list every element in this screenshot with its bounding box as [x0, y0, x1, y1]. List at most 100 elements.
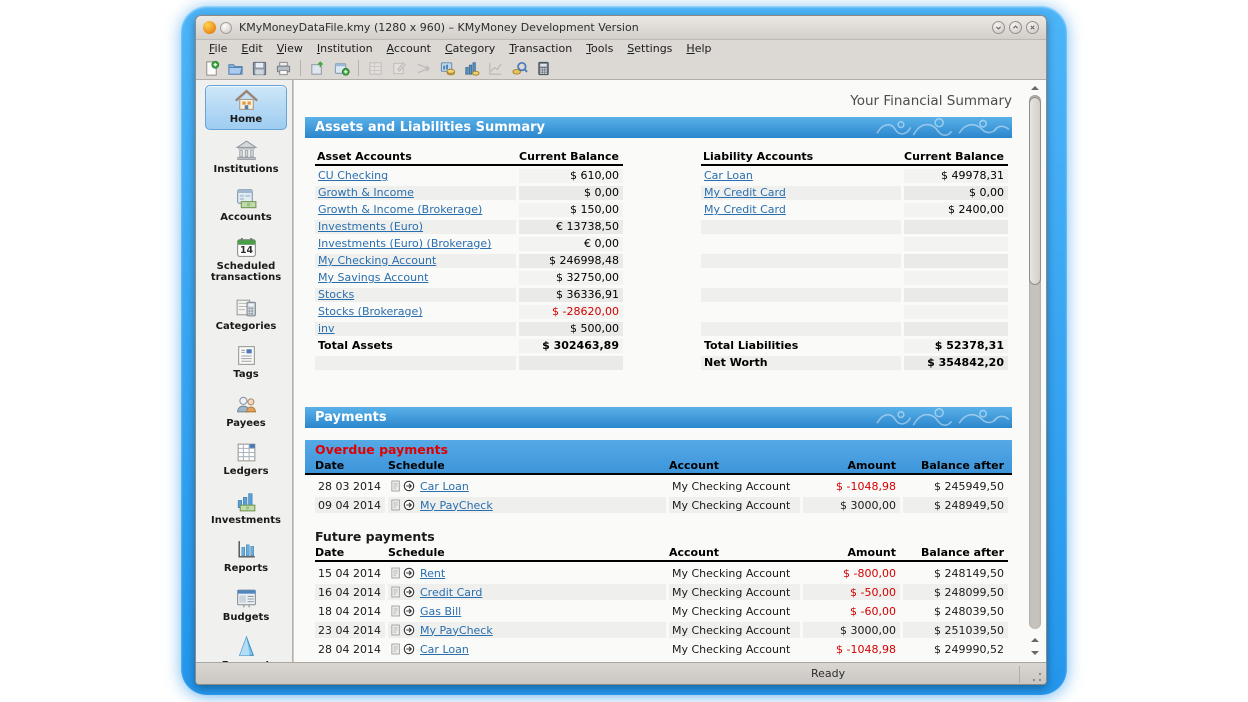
- menu-account[interactable]: Account: [380, 41, 438, 56]
- sidebar-item-institutions[interactable]: Institutions: [205, 136, 287, 179]
- close-button[interactable]: [1026, 21, 1039, 34]
- account-link[interactable]: My Checking Account: [318, 254, 436, 267]
- account-link[interactable]: Total Liabilities: [704, 339, 798, 352]
- menu-transaction[interactable]: Transaction: [502, 41, 579, 56]
- liabilities-balance-header: Current Balance: [904, 150, 1004, 164]
- edit-schedule-icon[interactable]: [391, 499, 401, 511]
- account-link[interactable]: Car Loan: [704, 169, 753, 182]
- assets-balance-header: Current Balance: [519, 150, 619, 164]
- investment-chart-icon[interactable]: [461, 59, 482, 78]
- menu-category[interactable]: Category: [438, 41, 502, 56]
- scroll-down-button[interactable]: [1028, 647, 1042, 658]
- payment-amount: $ 3000,00: [803, 497, 900, 513]
- schedule-link[interactable]: Car Loan: [420, 480, 469, 493]
- account-link[interactable]: Investments (Euro): [318, 220, 423, 233]
- tags-icon: [234, 343, 259, 368]
- menu-edit[interactable]: Edit: [234, 41, 269, 56]
- new-account-icon[interactable]: [331, 59, 352, 78]
- account-link[interactable]: Total Assets: [318, 339, 393, 352]
- enter-schedule-icon[interactable]: [403, 624, 415, 636]
- sidebar-item-accounts[interactable]: Accounts: [205, 184, 287, 227]
- account-link[interactable]: Stocks (Brokerage): [318, 305, 423, 318]
- schedule-link[interactable]: Rent: [420, 567, 445, 580]
- maximize-button[interactable]: [1009, 21, 1022, 34]
- payment-date: 28 04 2014: [315, 641, 385, 657]
- new-file-icon[interactable]: [201, 59, 222, 78]
- sidebar-item-tags[interactable]: Tags: [205, 341, 287, 384]
- accounts-chart-icon[interactable]: [437, 59, 458, 78]
- sidebar-item-categories[interactable]: Categories: [205, 293, 287, 336]
- investments-icon: [234, 489, 259, 514]
- titlebar[interactable]: KMyMoneyDataFile.kmy (1280 x 960) – KMyM…: [196, 16, 1046, 40]
- schedule-link[interactable]: My PayCheck: [420, 499, 493, 512]
- schedule-link[interactable]: Credit Card: [420, 586, 482, 599]
- window-menu-icon[interactable]: [220, 22, 232, 34]
- menu-settings[interactable]: Settings: [620, 41, 679, 56]
- sidebar-item-payees[interactable]: Payees: [205, 390, 287, 433]
- ledger-icon: [365, 59, 386, 78]
- account-link[interactable]: CU Checking: [318, 169, 388, 182]
- edit-schedule-icon[interactable]: [391, 480, 401, 492]
- sidebar-item-budgets[interactable]: Budgets: [205, 584, 287, 627]
- account-link[interactable]: Stocks: [318, 288, 354, 301]
- menu-view[interactable]: View: [270, 41, 310, 56]
- vertical-scrollbar[interactable]: [1027, 82, 1043, 659]
- col-balance-after: Balance after: [903, 459, 1008, 472]
- liability-row: [701, 305, 1008, 319]
- sidebar-item-home[interactable]: Home: [205, 85, 287, 130]
- save-icon[interactable]: [249, 59, 270, 78]
- enter-schedule-icon[interactable]: [403, 567, 415, 579]
- sidebar-item-investments[interactable]: Investments: [205, 487, 287, 530]
- account-link[interactable]: My Savings Account: [318, 271, 428, 284]
- schedule-link[interactable]: Car Loan: [420, 643, 469, 656]
- menu-tools[interactable]: Tools: [579, 41, 620, 56]
- schedule-link[interactable]: Gas Bill: [420, 605, 461, 618]
- payment-balance-after: $ 248949,50: [903, 497, 1008, 513]
- scrollbar-thumb[interactable]: [1029, 97, 1041, 285]
- scroll-up-button-bottom[interactable]: [1028, 634, 1042, 645]
- payment-account: My Checking Account: [669, 584, 800, 600]
- account-link[interactable]: My Credit Card: [704, 203, 786, 216]
- scrollbar-track[interactable]: [1029, 95, 1041, 629]
- menu-institution[interactable]: Institution: [310, 41, 380, 56]
- find-transaction-icon[interactable]: [509, 59, 530, 78]
- open-file-icon[interactable]: [225, 59, 246, 78]
- enter-schedule-icon[interactable]: [403, 480, 415, 492]
- edit-schedule-icon[interactable]: [391, 586, 401, 598]
- resize-grip[interactable]: [1031, 671, 1043, 683]
- schedule-link[interactable]: My PayCheck: [420, 624, 493, 637]
- account-link[interactable]: Investments (Euro) (Brokerage): [318, 237, 491, 250]
- edit-schedule-icon[interactable]: [391, 605, 401, 617]
- sidebar-item-scheduled-transactions[interactable]: 14 Scheduled transactions: [205, 233, 287, 287]
- account-link[interactable]: Growth & Income: [318, 186, 414, 199]
- account-balance: [904, 237, 1008, 251]
- account-link[interactable]: inv: [318, 322, 335, 335]
- categories-icon: [234, 295, 259, 320]
- enter-schedule-icon[interactable]: [403, 605, 415, 617]
- liability-row: My Credit Card $ 2400,00: [701, 203, 1008, 217]
- liability-row: My Credit Card $ 0,00: [701, 186, 1008, 200]
- account-balance: $ 2400,00: [904, 203, 1008, 217]
- account-link[interactable]: Growth & Income (Brokerage): [318, 203, 482, 216]
- enter-schedule-icon[interactable]: [403, 586, 415, 598]
- edit-schedule-icon[interactable]: [391, 624, 401, 636]
- account-balance: $ -28620,00: [519, 305, 623, 319]
- menu-help[interactable]: Help: [679, 41, 718, 56]
- minimize-button[interactable]: [992, 21, 1005, 34]
- sidebar-item-forecast[interactable]: Forecast: [205, 632, 287, 662]
- account-balance: $ 354842,20: [904, 356, 1008, 370]
- enter-schedule-icon[interactable]: [403, 499, 415, 511]
- calculator-icon[interactable]: [533, 59, 554, 78]
- enter-schedule-icon[interactable]: [403, 643, 415, 655]
- edit-schedule-icon[interactable]: [391, 643, 401, 655]
- payment-account: My Checking Account: [669, 478, 800, 494]
- account-link[interactable]: Net Worth: [704, 356, 768, 369]
- sidebar-item-reports[interactable]: Reports: [205, 535, 287, 578]
- account-link[interactable]: My Credit Card: [704, 186, 786, 199]
- scroll-up-button[interactable]: [1028, 82, 1042, 93]
- sidebar-item-ledgers[interactable]: Ledgers: [205, 438, 287, 481]
- print-icon[interactable]: [273, 59, 294, 78]
- new-institution-icon[interactable]: [307, 59, 328, 78]
- menu-file[interactable]: File: [202, 41, 234, 56]
- edit-schedule-icon[interactable]: [391, 567, 401, 579]
